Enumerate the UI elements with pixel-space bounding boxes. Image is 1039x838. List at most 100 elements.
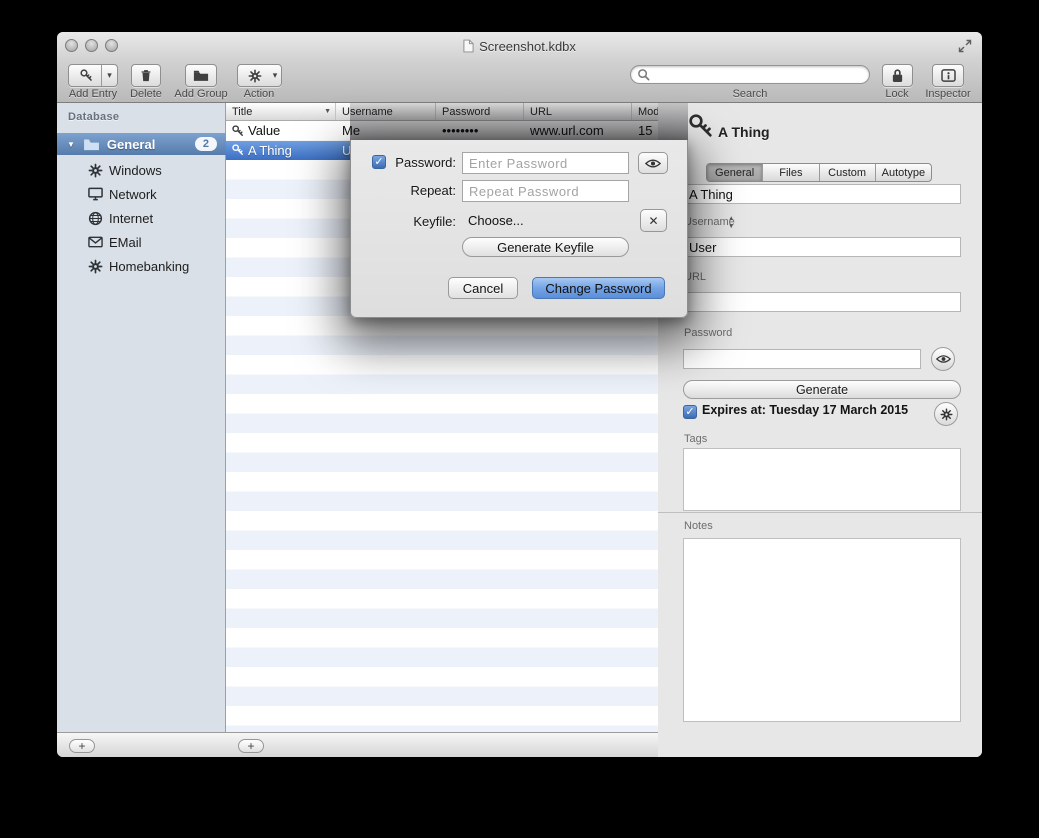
- gear-icon: [87, 162, 103, 178]
- dialog-repeat-label: Repeat:: [386, 183, 456, 198]
- entry-title: A Thing: [248, 143, 292, 158]
- action-dropdown[interactable]: ▾: [269, 65, 281, 86]
- search-input-wrap[interactable]: [630, 65, 870, 84]
- dialog-keyfile-label: Keyfile:: [386, 214, 456, 229]
- folder-icon: [193, 69, 209, 82]
- add-group-plus-button[interactable]: +: [69, 739, 95, 753]
- add-entry-label: Add Entry: [69, 88, 117, 100]
- gear-icon: [240, 69, 269, 83]
- group-count-badge: 2: [195, 137, 217, 151]
- dialog-repeat-input[interactable]: [462, 180, 629, 202]
- sidebar-item-label: Windows: [109, 163, 162, 178]
- sidebar-group-general[interactable]: ▼ General 2: [57, 133, 226, 155]
- password-label: Password: [684, 327, 732, 339]
- action-button[interactable]: ▾: [237, 64, 282, 87]
- inspector-entry-title: A Thing: [718, 124, 770, 140]
- key-icon: [71, 68, 101, 83]
- inspector-panel-icon: [941, 69, 956, 82]
- sidebar-section-header: Database: [68, 111, 119, 123]
- sidebar-item-homebanking[interactable]: Homebanking: [57, 254, 226, 278]
- gear-icon: [940, 408, 953, 421]
- inspector-divider: [658, 512, 982, 513]
- checkmark-icon: ✓: [374, 157, 383, 168]
- sheet-shadow: [350, 103, 688, 140]
- url-field[interactable]: [683, 292, 961, 312]
- search-icon: [637, 68, 650, 81]
- search-input[interactable]: [650, 67, 869, 82]
- expires-label: Expires at: Tuesday 17 March 2015: [702, 403, 908, 417]
- generate-keyfile-button[interactable]: Generate Keyfile: [462, 237, 629, 257]
- key-icon: [231, 143, 245, 157]
- lock-label: Lock: [885, 88, 908, 100]
- add-entry-plus-button[interactable]: +: [238, 739, 264, 753]
- window-title-bar: Screenshot.kdbx: [57, 38, 982, 54]
- monitor-icon: [87, 186, 103, 202]
- search-label: Search: [733, 88, 768, 100]
- add-group-button[interactable]: [185, 64, 217, 87]
- inspector-panel: A Thing General Files Custom Autotype Us…: [658, 103, 982, 757]
- fullscreen-icon[interactable]: [958, 39, 972, 53]
- stepper-icon[interactable]: ▲ ▼: [728, 215, 734, 231]
- password-field[interactable]: [683, 349, 921, 369]
- entry-list-bottom-bar: +: [226, 732, 658, 757]
- inspector-button[interactable]: [932, 64, 964, 87]
- tab-custom[interactable]: Custom: [820, 164, 876, 181]
- generate-password-button[interactable]: Generate: [683, 380, 961, 399]
- sidebar-item-label: Network: [109, 187, 157, 202]
- username-field[interactable]: [683, 237, 961, 257]
- delete-button[interactable]: [131, 64, 161, 87]
- sidebar-item-windows[interactable]: Windows: [57, 158, 226, 182]
- tab-files[interactable]: Files: [763, 164, 819, 181]
- lock-icon: [891, 68, 904, 83]
- sidebar-item-label: EMail: [109, 235, 142, 250]
- add-entry-dropdown[interactable]: ▾: [101, 65, 117, 86]
- notes-input[interactable]: [683, 538, 961, 722]
- gear-icon: [87, 258, 103, 274]
- document-icon: [463, 39, 474, 53]
- change-password-button[interactable]: Change Password: [532, 277, 665, 299]
- keyfile-popup[interactable]: Choose... ▲ ▼: [462, 210, 629, 232]
- add-group-label: Add Group: [174, 88, 227, 100]
- sidebar-item-internet[interactable]: Internet: [57, 206, 226, 230]
- entry-title: Value: [248, 123, 280, 138]
- checkmark-icon: ✓: [685, 407, 694, 418]
- notes-label: Notes: [684, 520, 713, 532]
- expires-settings-button[interactable]: [934, 402, 958, 426]
- dialog-password-input[interactable]: [462, 152, 629, 174]
- inspector-label: Inspector: [925, 88, 970, 100]
- key-icon: [231, 124, 245, 138]
- sidebar-item-network[interactable]: Network: [57, 182, 226, 206]
- change-password-dialog: ✓ Password: Repeat: Keyfile: Choose... ▲…: [350, 140, 688, 318]
- window-title: Screenshot.kdbx: [479, 39, 576, 54]
- close-icon: ✕: [648, 214, 658, 228]
- folder-icon: [83, 138, 100, 151]
- password-enable-checkbox[interactable]: ✓: [372, 155, 386, 169]
- sidebar-item-email[interactable]: EMail: [57, 230, 226, 254]
- eye-icon: [645, 158, 661, 169]
- lock-button[interactable]: [882, 64, 913, 87]
- title-field[interactable]: [683, 184, 961, 204]
- trash-icon: [139, 68, 153, 83]
- sidebar-group-label: General: [107, 137, 155, 152]
- desktop-background: Screenshot.kdbx ▾ Add Entry Delete: [0, 0, 1039, 838]
- sidebar-item-label: Homebanking: [109, 259, 189, 274]
- sidebar: Database ▼ General 2 Windows Network: [57, 103, 226, 732]
- action-label: Action: [244, 88, 275, 100]
- expires-checkbox[interactable]: ✓: [683, 405, 697, 419]
- tags-label: Tags: [684, 433, 707, 445]
- tags-input[interactable]: [683, 448, 961, 511]
- cancel-button[interactable]: Cancel: [448, 277, 518, 299]
- key-icon: [686, 111, 716, 141]
- disclosure-triangle-icon[interactable]: ▼: [67, 140, 75, 149]
- envelope-icon: [87, 234, 103, 250]
- globe-icon: [87, 210, 103, 226]
- clear-keyfile-button[interactable]: ✕: [640, 209, 667, 232]
- eye-icon: [936, 354, 951, 364]
- tab-autotype[interactable]: Autotype: [876, 164, 931, 181]
- column-header-title[interactable]: Title ▼: [226, 103, 336, 120]
- tab-general[interactable]: General: [707, 164, 763, 181]
- dialog-show-password-button[interactable]: [638, 152, 668, 174]
- add-entry-button[interactable]: ▾: [68, 64, 118, 87]
- show-password-button[interactable]: [931, 347, 955, 371]
- window-chrome: Screenshot.kdbx ▾ Add Entry Delete: [57, 32, 982, 103]
